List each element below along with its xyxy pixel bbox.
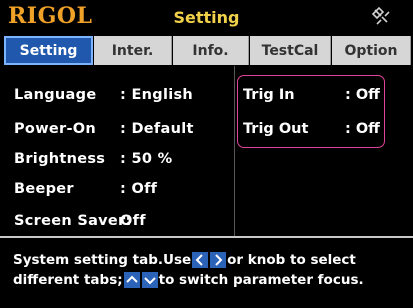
setting-label: Language (14, 87, 97, 103)
setting-label: Screen Saver: (14, 213, 132, 229)
tab-interface[interactable]: Inter. (94, 36, 172, 65)
tab-info[interactable]: Info. (173, 36, 249, 65)
down-arrow-icon (141, 272, 158, 288)
satellite-icon (371, 6, 390, 25)
setting-value: Off (120, 213, 146, 229)
setting-label: Power-On (14, 121, 97, 137)
setting-label: Brightness (14, 151, 106, 167)
help-line: different tabs; to switch parameter focu… (13, 272, 364, 288)
right-arrow-icon (210, 252, 227, 268)
left-arrow-icon (192, 252, 209, 268)
help-text: different tabs; (13, 272, 123, 288)
setting-label: Beeper (14, 181, 74, 197)
help-text: or knob to select (227, 252, 356, 268)
setting-label: Trig Out (243, 121, 309, 137)
setting-value: : Off (345, 87, 380, 103)
help-text: System setting tab.Use (13, 252, 192, 268)
setting-label: Trig In (243, 87, 295, 103)
focus-highlight-box (237, 75, 385, 148)
tab-bar: Setting Inter. Info. TestCal Option (0, 34, 413, 66)
tab-setting[interactable]: Setting (4, 36, 93, 65)
help-line: System setting tab.Use or knob to select (13, 252, 356, 268)
setting-value: : Default (120, 121, 194, 137)
settings-panel: Language : English Power-On : Default Br… (0, 66, 413, 238)
setting-value: : English (120, 87, 194, 103)
tab-option[interactable]: Option (332, 36, 411, 65)
setting-value: : 50 % (120, 151, 173, 167)
help-text: to switch parameter focus. (158, 272, 364, 288)
title-bar: RIGOL Setting (0, 0, 413, 34)
help-panel: System setting tab.Use or knob to select… (0, 238, 413, 308)
setting-value: : Off (345, 121, 380, 137)
column-divider (234, 66, 235, 236)
up-arrow-icon (123, 272, 140, 288)
screen-title: Setting (173, 8, 240, 27)
tab-testcal[interactable]: TestCal (250, 36, 331, 65)
setting-value: : Off (120, 181, 158, 197)
